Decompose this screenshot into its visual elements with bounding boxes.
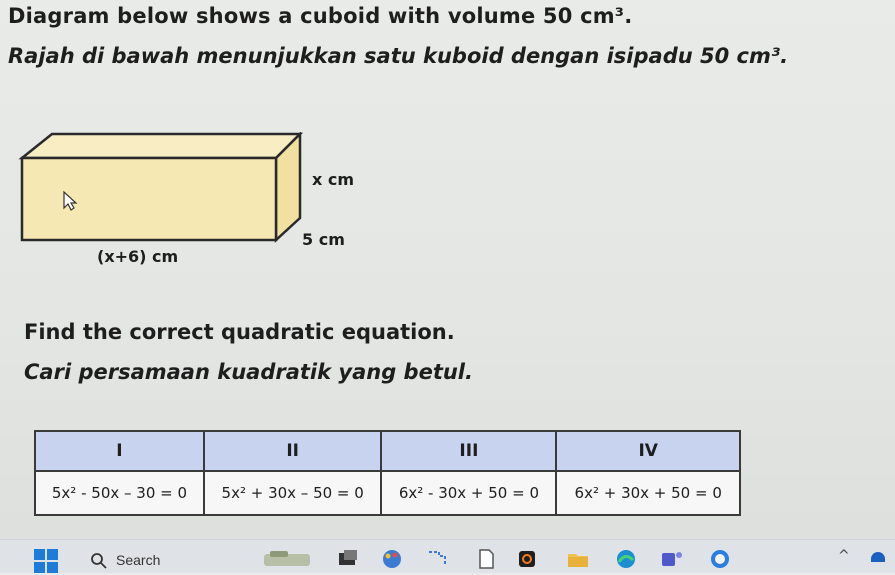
option-ii-equation[interactable]: 5x² + 30x – 50 = 0 [202, 470, 383, 516]
option-iv-equation[interactable]: 6x² + 30x + 50 = 0 [555, 470, 741, 516]
file-icon[interactable] [474, 548, 498, 570]
option-i-equation[interactable]: 5x² - 50x – 30 = 0 [34, 470, 205, 516]
copilot-icon[interactable] [708, 548, 732, 570]
height-label: x cm [312, 170, 355, 189]
cuboid-front-face [20, 156, 278, 242]
option-header-i: I [34, 430, 205, 472]
paint-icon[interactable] [380, 548, 404, 570]
start-icon[interactable] [34, 549, 58, 573]
option-header-iv: IV [555, 430, 741, 472]
option-iii-equation[interactable]: 6x² - 30x + 50 = 0 [380, 470, 558, 516]
width-label: 5 cm [302, 230, 345, 249]
title-malay: Rajah di bawah menunjukkan satu kuboid d… [8, 44, 789, 68]
search-icon [91, 553, 107, 569]
length-label: (x+6) cm [97, 247, 179, 266]
answer-options-table: I II III IV 5x² - 50x – 30 = 0 5x² + 30x… [34, 430, 741, 516]
snipping-icon[interactable] [426, 548, 450, 570]
taskbar: Search ^ [0, 539, 895, 573]
cuboid-top-face [18, 132, 304, 160]
option-header-iii: III [380, 430, 558, 472]
option-header-ii: II [202, 430, 383, 472]
prompt-malay: Cari persamaan kuadratik yang betul. [24, 360, 473, 384]
teams-icon[interactable] [660, 548, 684, 570]
prompt-english: Find the correct quadratic equation. [24, 320, 455, 344]
taskbar-search[interactable]: Search [88, 547, 228, 575]
options-value-row: 5x² - 50x – 30 = 0 5x² + 30x – 50 = 0 6x… [34, 470, 741, 516]
search-label: Search [116, 552, 161, 568]
cuboid-diagram [18, 132, 304, 243]
network-icon[interactable] [871, 552, 885, 562]
folder-icon[interactable] [566, 548, 590, 570]
title-english: Diagram below shows a cuboid with volume… [8, 4, 633, 28]
options-header-row: I II III IV [34, 430, 741, 472]
office-icon[interactable] [516, 548, 540, 570]
chevron-up-icon[interactable]: ^ [838, 548, 850, 564]
task-view-icon[interactable] [336, 548, 360, 570]
edge-icon[interactable] [614, 548, 638, 570]
weather-icon[interactable] [262, 548, 312, 570]
